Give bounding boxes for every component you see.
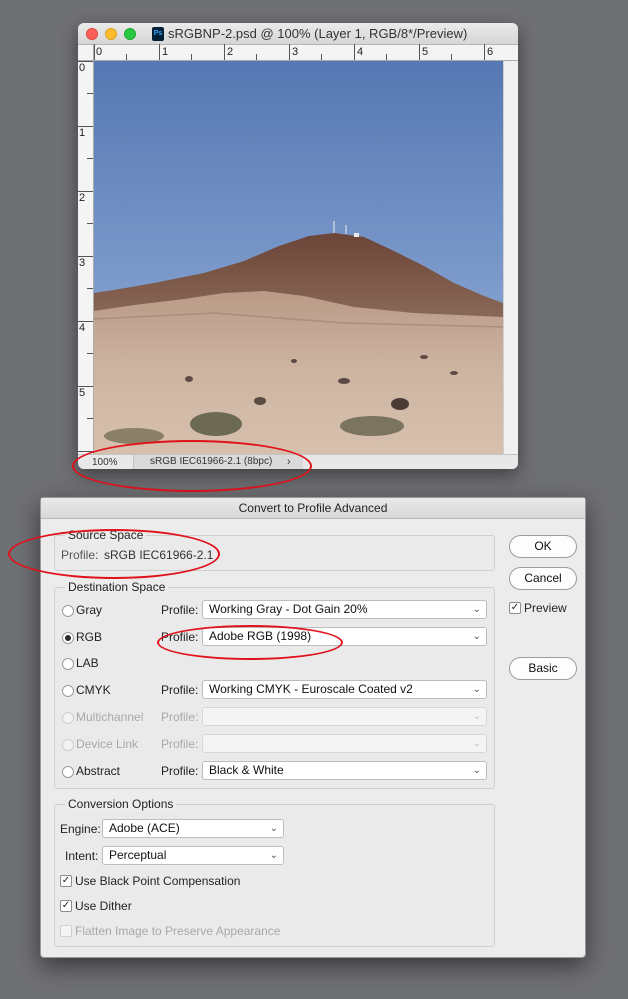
- landscape-photo: [94, 61, 503, 454]
- ruler-label: 4: [357, 46, 364, 58]
- chevron-down-icon: ⌄: [472, 631, 481, 642]
- device-link-profile-select: ⌄: [202, 734, 487, 753]
- vertical-ruler[interactable]: 0 1 2 3 4 5: [78, 61, 94, 456]
- radio-multichannel: [62, 712, 74, 724]
- chevron-down-icon: ⌄: [269, 850, 278, 861]
- document-window: Ps sRGBNP-2.psd @ 100% (Layer 1, RGB/8*/…: [78, 23, 518, 469]
- basic-button[interactable]: Basic: [509, 657, 577, 680]
- ruler-label: 4: [79, 322, 86, 334]
- ruler-label: 0: [79, 62, 86, 74]
- vertical-scrollbar[interactable]: [503, 61, 518, 456]
- ruler-label: 2: [79, 192, 86, 204]
- cancel-button[interactable]: Cancel: [509, 567, 577, 590]
- mode-label-abstract: Abstract: [76, 764, 121, 778]
- profile-label: Profile:: [161, 683, 199, 697]
- cmyk-profile-select[interactable]: Working CMYK - Euroscale Coated v2 ⌄: [202, 680, 487, 699]
- profile-label: Profile:: [161, 737, 199, 751]
- radio-lab[interactable]: [62, 658, 74, 670]
- annotation-circle-source-profile: [8, 529, 220, 579]
- ruler-label: 2: [227, 46, 234, 58]
- engine-select[interactable]: Adobe (ACE) ⌄: [102, 819, 284, 838]
- mode-label-rgb: RGB: [76, 630, 103, 644]
- annotation-circle-rgb-profile: [157, 625, 343, 660]
- intent-select[interactable]: Perceptual ⌄: [102, 846, 284, 865]
- mode-label-lab: LAB: [76, 656, 99, 670]
- ruler-origin[interactable]: [78, 45, 94, 61]
- close-window-button[interactable]: [86, 28, 98, 40]
- radio-rgb[interactable]: [62, 632, 74, 644]
- photoshop-document-icon: Ps: [152, 27, 164, 41]
- minimize-window-button[interactable]: [105, 28, 117, 40]
- ruler-label: 5: [79, 387, 86, 399]
- multichannel-profile-select: ⌄: [202, 707, 487, 726]
- ruler-label: 1: [79, 127, 86, 139]
- chevron-down-icon: ⌄: [472, 738, 481, 749]
- mode-label-multichannel: Multichannel: [76, 710, 144, 724]
- radio-gray[interactable]: [62, 605, 74, 617]
- intent-label: Intent:: [65, 849, 99, 863]
- destination-space-heading: Destination Space: [65, 580, 169, 594]
- ok-button[interactable]: OK: [509, 535, 577, 558]
- image-canvas[interactable]: [94, 61, 503, 454]
- black-point-checkbox[interactable]: ✓: [60, 875, 72, 887]
- chevron-down-icon: ⌄: [472, 711, 481, 722]
- ruler-label: 0: [96, 46, 103, 58]
- conversion-options-heading: Conversion Options: [65, 797, 177, 811]
- dither-label: Use Dither: [75, 899, 132, 913]
- profile-label: Profile:: [161, 710, 199, 724]
- document-titlebar[interactable]: Ps sRGBNP-2.psd @ 100% (Layer 1, RGB/8*/…: [78, 23, 518, 45]
- preview-label: Preview: [524, 601, 567, 615]
- zoom-window-button[interactable]: [124, 28, 136, 40]
- gray-profile-select[interactable]: Working Gray - Dot Gain 20% ⌄: [202, 600, 487, 619]
- dialog-title: Convert to Profile Advanced: [41, 498, 585, 519]
- radio-device-link: [62, 739, 74, 751]
- black-point-label: Use Black Point Compensation: [75, 874, 241, 888]
- annotation-circle-status: [72, 440, 312, 492]
- mode-label-device-link: Device Link: [76, 737, 139, 751]
- flatten-label: Flatten Image to Preserve Appearance: [75, 924, 281, 938]
- ruler-label: 6: [487, 46, 494, 58]
- ruler-label: 1: [162, 46, 169, 58]
- ruler-label: 3: [79, 257, 86, 269]
- horizontal-ruler[interactable]: 0 1 2 3 4 5 6: [94, 44, 518, 61]
- ruler-label: 5: [422, 46, 429, 58]
- abstract-profile-select[interactable]: Black & White ⌄: [202, 761, 487, 780]
- chevron-down-icon: ⌄: [472, 604, 481, 615]
- chevron-down-icon: ⌄: [269, 823, 278, 834]
- profile-label: Profile:: [161, 764, 199, 778]
- radio-abstract[interactable]: [62, 766, 74, 778]
- chevron-down-icon: ⌄: [472, 684, 481, 695]
- preview-checkbox[interactable]: ✓: [509, 602, 521, 614]
- mode-label-gray: Gray: [76, 603, 103, 617]
- conversion-options-group: Conversion Options Engine: Adobe (ACE) ⌄ …: [54, 797, 495, 947]
- dither-checkbox[interactable]: ✓: [60, 900, 72, 912]
- destination-space-group: Destination Space Gray Profile: Working …: [54, 580, 495, 789]
- chevron-down-icon: ⌄: [472, 765, 481, 776]
- flatten-checkbox: [60, 925, 72, 937]
- radio-cmyk[interactable]: [62, 685, 74, 697]
- document-title: sRGBNP-2.psd @ 100% (Layer 1, RGB/8*/Pre…: [168, 26, 468, 41]
- mode-label-cmyk: CMYK: [76, 683, 111, 697]
- engine-label: Engine:: [60, 822, 101, 836]
- profile-label: Profile:: [161, 603, 199, 617]
- ruler-label: 3: [292, 46, 299, 58]
